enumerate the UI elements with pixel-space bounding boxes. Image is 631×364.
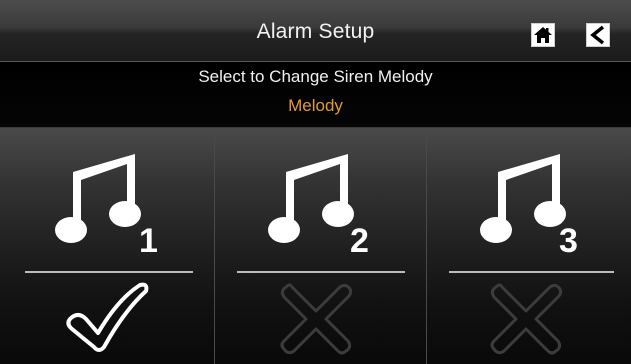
music-note-icon: [480, 154, 566, 243]
melody-grid: 1 2 3: [0, 128, 631, 364]
checkmark-icon: [66, 282, 149, 352]
melody-option-1[interactable]: 1: [0, 128, 214, 364]
section-label: Melody: [288, 96, 343, 115]
melody-number: 2: [350, 222, 369, 260]
x-icon: [280, 283, 353, 355]
alarm-setup-screen: Alarm Setup Select to Change Siren Melod…: [0, 0, 631, 364]
melody-option-2[interactable]: 2: [214, 128, 426, 364]
header-bar: Alarm Setup: [0, 0, 631, 62]
music-note-icon: [268, 154, 354, 243]
divider: [449, 271, 614, 273]
divider: [25, 271, 193, 273]
subheader: Select to Change Siren Melody Melody: [0, 62, 631, 128]
back-arrow-icon: [590, 25, 605, 45]
melody-number: 3: [559, 222, 578, 260]
home-icon: [534, 27, 552, 43]
home-button[interactable]: [531, 23, 555, 47]
divider: [237, 271, 405, 273]
melody-option-3[interactable]: 3: [426, 128, 631, 364]
x-icon: [490, 283, 563, 355]
melody-number: 1: [139, 222, 158, 260]
back-button[interactable]: [586, 23, 610, 47]
instruction-text: Select to Change Siren Melody: [198, 67, 433, 86]
music-note-icon: [55, 154, 141, 243]
